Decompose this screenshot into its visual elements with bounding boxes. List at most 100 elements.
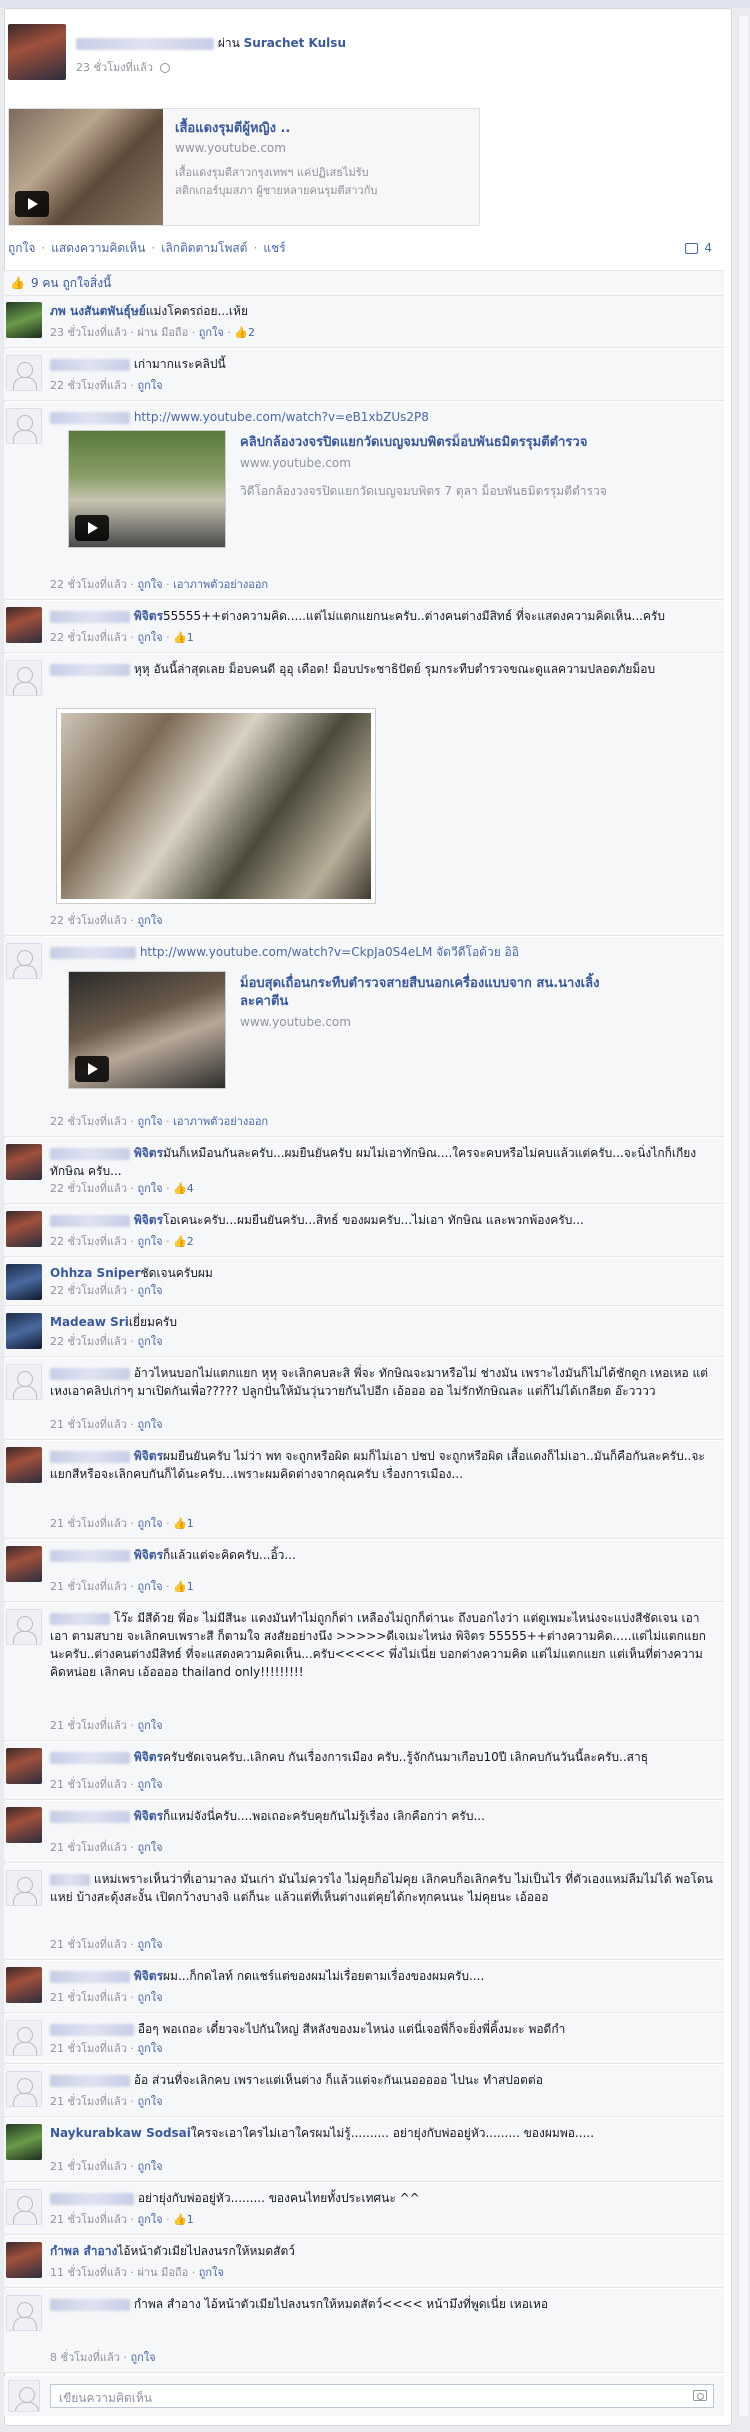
- shared-video-thumbnail[interactable]: [9, 109, 163, 225]
- comment-like-link[interactable]: ถูกใจ: [199, 326, 224, 339]
- comment-like-link[interactable]: ถูกใจ: [137, 2042, 162, 2055]
- commenter-avatar[interactable]: [6, 943, 42, 979]
- comment-like-link[interactable]: ถูกใจ: [137, 1115, 162, 1128]
- comment-time[interactable]: 21 ชั่วโมงที่แล้ว: [50, 2160, 127, 2173]
- comment-like-link[interactable]: ถูกใจ: [137, 1778, 162, 1791]
- via-name[interactable]: Surachet Kulsu: [244, 36, 346, 50]
- photo-image[interactable]: [61, 713, 371, 899]
- comment-like-link[interactable]: ถูกใจ: [199, 2266, 224, 2279]
- comment-time[interactable]: 22 ชั่วโมงที่แล้ว: [50, 1182, 127, 1195]
- embed-title[interactable]: คลิปกล้องวงจรปิดแยกวัดเบญจมบพิตรม็อบพันธ…: [240, 434, 700, 452]
- commenter-avatar[interactable]: [6, 1870, 42, 1906]
- commenter-avatar[interactable]: [6, 1313, 42, 1349]
- commenter-avatar[interactable]: [6, 1211, 42, 1247]
- comment-time[interactable]: 8 ชั่วโมงที่แล้ว: [50, 2351, 120, 2364]
- commenter-avatar[interactable]: [6, 1748, 42, 1784]
- commenter-avatar[interactable]: [6, 660, 42, 696]
- comment-like-count[interactable]: 1: [187, 2213, 194, 2226]
- commenter-name-blurred[interactable]: [50, 2298, 130, 2311]
- comment-time[interactable]: 22 ชั่วโมงที่แล้ว: [50, 1235, 127, 1248]
- comment-video-embed[interactable]: ม็อบสุดเถื่อนกระทืบตำรวจสายสืบนอกเครื่อง…: [68, 971, 708, 1101]
- commenter-avatar[interactable]: [6, 2295, 42, 2331]
- comment-time[interactable]: 22 ชั่วโมงที่แล้ว: [50, 1335, 127, 1348]
- comment-like-count-icon[interactable]: 👍: [173, 1235, 187, 1248]
- comment-photo[interactable]: [56, 708, 376, 904]
- comment-like-link[interactable]: ถูกใจ: [137, 1991, 162, 2004]
- commenter-name[interactable]: พิจิตร: [134, 1146, 163, 1160]
- likes-summary-text[interactable]: 9 คน ถูกใจสิ่งนี้: [31, 274, 111, 293]
- commenter-avatar[interactable]: [6, 1144, 42, 1180]
- commenter-avatar[interactable]: [6, 302, 42, 338]
- comment-like-count[interactable]: 4: [187, 1182, 194, 1195]
- comment-time[interactable]: 21 ชั่วโมงที่แล้ว: [50, 1719, 127, 1732]
- comment-like-link[interactable]: ถูกใจ: [137, 2095, 162, 2108]
- commenter-name[interactable]: พิจิตร: [134, 1449, 163, 1463]
- comment-like-link[interactable]: ถูกใจ: [137, 1719, 162, 1732]
- comment-like-count[interactable]: 1: [187, 1517, 194, 1530]
- commenter-avatar[interactable]: [6, 1967, 42, 2003]
- play-icon[interactable]: [75, 1056, 109, 1082]
- comment-count[interactable]: 4: [704, 241, 712, 255]
- comment-video-embed[interactable]: คลิปกล้องวงจรปิดแยกวัดเบญจมบพิตรม็อบพันธ…: [68, 430, 708, 560]
- camera-icon[interactable]: [693, 2390, 707, 2401]
- commenter-avatar[interactable]: [6, 607, 42, 643]
- commenter-avatar[interactable]: [6, 2124, 42, 2160]
- commenter-name[interactable]: พิจิตร: [134, 1809, 163, 1823]
- comment-time[interactable]: 21 ชั่วโมงที่แล้ว: [50, 1778, 127, 1791]
- commenter-name-blurred[interactable]: [50, 1612, 110, 1625]
- commenter-name-blurred[interactable]: [50, 411, 130, 424]
- commenter-name-blurred[interactable]: [50, 946, 136, 959]
- commenter-name-blurred[interactable]: [50, 1147, 130, 1160]
- comment-like-link[interactable]: ถูกใจ: [137, 2160, 162, 2173]
- comment-like-link[interactable]: ถูกใจ: [137, 1580, 162, 1593]
- comment-like-link[interactable]: ถูกใจ: [130, 2351, 155, 2364]
- comment-input[interactable]: เขียนความคิดเห็น: [50, 2384, 714, 2408]
- unfollow-link[interactable]: เลิกติดตามโพสต์: [161, 239, 247, 258]
- commenter-name-blurred[interactable]: [50, 2074, 130, 2087]
- comment-like-count-icon[interactable]: 👍: [173, 1580, 187, 1593]
- comment-like-count-icon[interactable]: 👍: [173, 631, 187, 644]
- commenter-name-blurred[interactable]: [50, 1810, 130, 1823]
- comment-time[interactable]: 21 ชั่วโมงที่แล้ว: [50, 1418, 127, 1431]
- comment-time[interactable]: 21 ชั่วโมงที่แล้ว: [50, 2213, 127, 2226]
- comment-like-count[interactable]: 2: [248, 326, 255, 339]
- comment-time[interactable]: 21 ชั่วโมงที่แล้ว: [50, 2042, 127, 2055]
- comment-like-count[interactable]: 1: [187, 631, 194, 644]
- comment-like-link[interactable]: ถูกใจ: [137, 1335, 162, 1348]
- commenter-name-blurred[interactable]: [50, 1549, 130, 1562]
- remove-preview-link[interactable]: เอาภาพตัวอย่างออก: [173, 1115, 268, 1128]
- comment-count-icon[interactable]: [685, 242, 699, 254]
- commenter-avatar[interactable]: [6, 2071, 42, 2107]
- comment-link[interactable]: แสดงความคิดเห็น: [51, 239, 145, 258]
- comment-time[interactable]: 21 ชั่วโมงที่แล้ว: [50, 2095, 127, 2108]
- scrollbar[interactable]: [738, 16, 748, 2416]
- comment-time[interactable]: 21 ชั่วโมงที่แล้ว: [50, 1938, 127, 1951]
- comment-like-link[interactable]: ถูกใจ: [137, 1284, 162, 1297]
- comment-time[interactable]: 22 ชั่วโมงที่แล้ว: [50, 379, 127, 392]
- share-link[interactable]: แชร์: [263, 239, 285, 258]
- commenter-name[interactable]: พิจิตร: [134, 1213, 163, 1227]
- commenter-avatar[interactable]: [6, 2020, 42, 2056]
- comment-like-count[interactable]: 2: [187, 1235, 194, 1248]
- comment-time[interactable]: 21 ชั่วโมงที่แล้ว: [50, 1580, 127, 1593]
- post-time[interactable]: 23 ชั่วโมงที่แล้ว: [76, 61, 153, 74]
- comment-like-link[interactable]: ถูกใจ: [137, 1418, 162, 1431]
- commenter-avatar[interactable]: [6, 1447, 42, 1483]
- remove-preview-link[interactable]: เอาภาพตัวอย่างออก: [173, 578, 268, 591]
- commenter-name-blurred[interactable]: [50, 358, 130, 371]
- commenter-name-blurred[interactable]: [50, 1367, 130, 1380]
- commenter-name-blurred[interactable]: [50, 1873, 90, 1886]
- commenter-name-blurred[interactable]: [50, 2023, 134, 2036]
- commenter-name-blurred[interactable]: [50, 663, 130, 676]
- comment-time[interactable]: 21 ชั่วโมงที่แล้ว: [50, 1517, 127, 1530]
- shared-link[interactable]: เสื้อแดงรุมตีผู้หญิง .. www.youtube.com …: [8, 108, 480, 226]
- comment-text[interactable]: http://www.youtube.com/watch?v=CkpJa0S4e…: [140, 945, 519, 959]
- commenter-name-blurred[interactable]: [50, 1970, 130, 1983]
- commenter-name[interactable]: พิจิตร: [134, 1750, 163, 1764]
- comment-time[interactable]: 22 ชั่วโมงที่แล้ว: [50, 631, 127, 644]
- shared-title[interactable]: เสื้อแดงรุมตีผู้หญิง ..: [175, 117, 290, 138]
- comment-like-count[interactable]: 1: [187, 1580, 194, 1593]
- like-link[interactable]: ถูกใจ: [8, 239, 35, 258]
- commenter-name-blurred[interactable]: [50, 610, 130, 623]
- poster-name-blurred[interactable]: [76, 37, 214, 50]
